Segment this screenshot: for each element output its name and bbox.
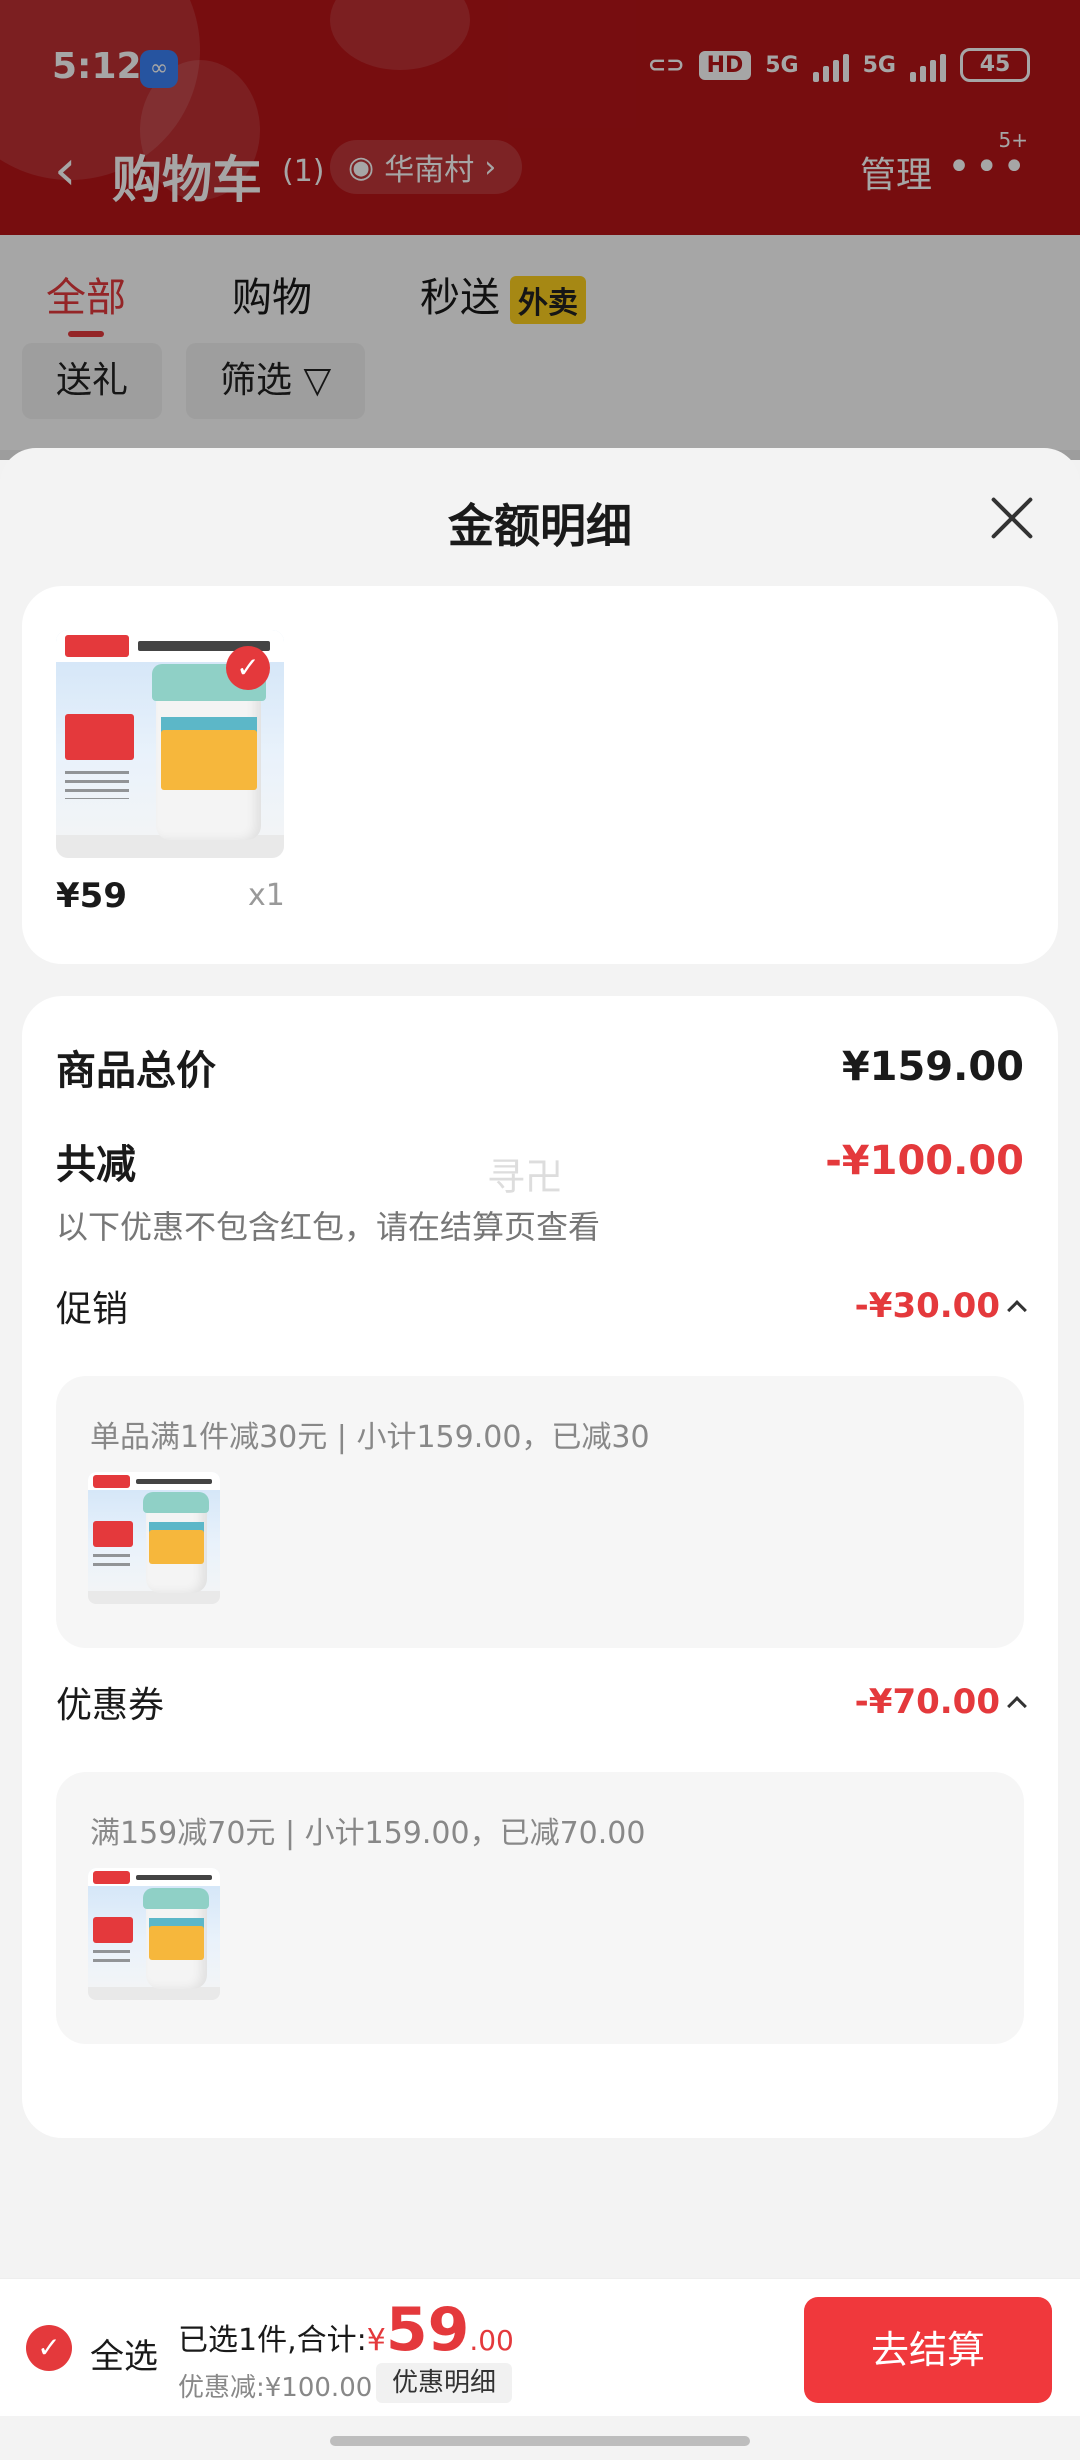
total-label: 商品总价 <box>56 1048 216 1094</box>
select-all-label[interactable]: 全选 <box>90 2329 158 2378</box>
coupon-label: 优惠券 <box>56 1685 165 1726</box>
select-all-checkbox[interactable]: ✓ <box>26 2325 72 2371</box>
product-image[interactable]: ✓ <box>56 630 284 858</box>
reduce-label: 共减 <box>56 1142 136 1188</box>
amount-breakdown-card: 商品总价 ¥159.00 共减 -¥100.00 寻卍 以下优惠不包含红包，请在… <box>22 996 1058 2138</box>
close-icon[interactable] <box>984 490 1040 546</box>
promo-value-group: -¥30.00 <box>854 1286 1027 1326</box>
checkout-button[interactable]: 去结算 <box>804 2297 1052 2403</box>
discount-summary: 优惠减:¥100.00 <box>178 2373 373 2403</box>
coupon-desc: 满159减70元 | 小计159.00，已减70.00 <box>90 1816 646 1851</box>
promo-value: -¥30.00 <box>854 1286 1000 1326</box>
checkout-bar: ✓ 全选 已选1件,合计:¥59.00 优惠减:¥100.00 优惠明细 去结算 <box>0 2278 1080 2416</box>
promo-desc: 单品满1件减30元 | 小计159.00，已减30 <box>90 1420 650 1455</box>
coupon-detail-box: 满159减70元 | 小计159.00，已减70.00 <box>56 1772 1024 2044</box>
currency-symbol: ¥ <box>366 2323 386 2358</box>
product-thumbnail <box>88 1868 220 2000</box>
item-card: ✓ ¥59 x1 <box>22 586 1058 964</box>
price-detail-sheet: 金额明细 ✓ ¥59 x1 商品总价 ¥159.00 共减 -¥100.00 寻… <box>0 448 1080 2460</box>
chevron-up-icon <box>1007 1300 1027 1320</box>
total-row: 商品总价 ¥159.00 <box>56 1038 1024 1096</box>
product-thumbnail <box>88 1472 220 1604</box>
promo-row[interactable]: 促销 -¥30.00 <box>56 1280 1027 1332</box>
checkmark-icon: ✓ <box>226 646 270 690</box>
summary-prefix: 已选1件,合计: <box>178 2323 367 2358</box>
discount-note: 以下优惠不包含红包，请在结算页查看 <box>56 1208 601 1246</box>
promo-detail-box: 单品满1件减30元 | 小计159.00，已减30 <box>56 1376 1024 1648</box>
item-quantity: x1 <box>248 878 285 913</box>
sheet-title: 金额明细 <box>448 499 632 553</box>
promo-label: 促销 <box>56 1289 129 1330</box>
chevron-up-icon <box>1007 1696 1027 1716</box>
amount-integer: 59 <box>385 2295 470 2365</box>
item-price: ¥59 <box>56 876 127 916</box>
amount-decimal: .00 <box>469 2324 514 2357</box>
coupon-value: -¥70.00 <box>854 1682 1000 1722</box>
reduce-value: -¥100.00 <box>825 1138 1024 1184</box>
coupon-row[interactable]: 优惠券 -¥70.00 <box>56 1676 1027 1728</box>
discount-detail-button[interactable]: 优惠明细 <box>376 2363 513 2403</box>
modal-backdrop[interactable] <box>0 0 1080 460</box>
total-value: ¥159.00 <box>841 1044 1024 1090</box>
coupon-value-group: -¥70.00 <box>854 1682 1027 1722</box>
watermark: 寻卍 <box>487 1155 564 1199</box>
home-indicator[interactable] <box>330 2436 750 2446</box>
total-summary: 已选1件,合计:¥59.00 <box>178 2295 514 2365</box>
